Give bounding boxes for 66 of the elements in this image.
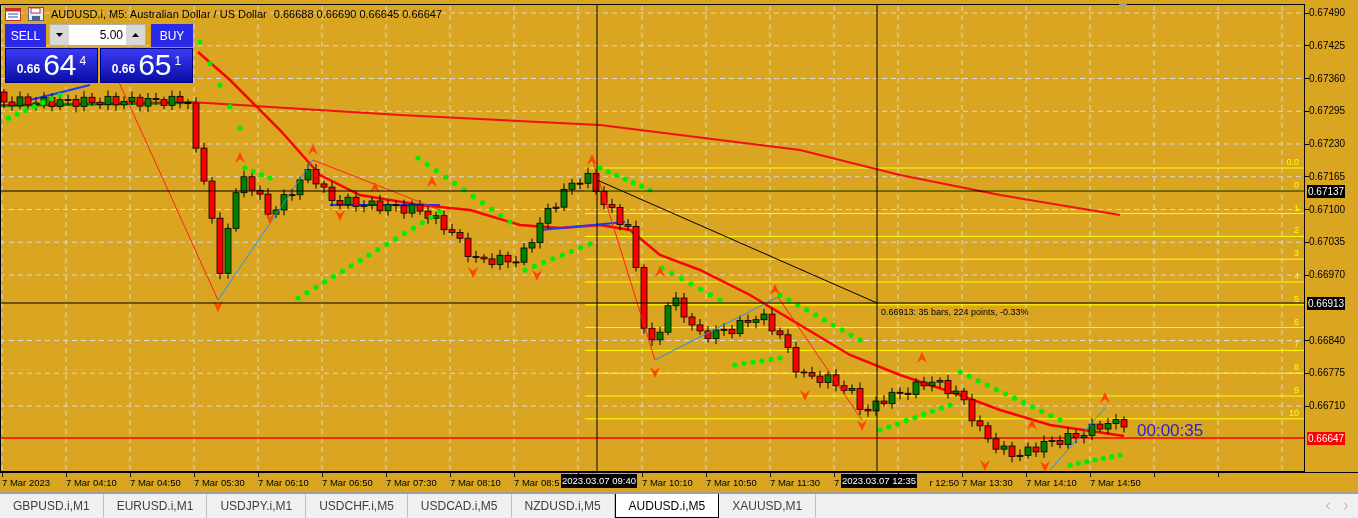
- ohlc-values: 0.66688 0.66690 0.66645 0.66647: [273, 7, 442, 22]
- quote-fraction: 4: [79, 53, 87, 70]
- chart-tab[interactable]: XAUUSD,M1: [719, 494, 817, 518]
- fibonacci-level-label: 10: [1289, 407, 1299, 418]
- buy-button[interactable]: BUY: [151, 24, 193, 48]
- price-axis-label: 0.67425: [1309, 38, 1346, 53]
- time-axis-label: 7 Mar 14:50: [1090, 476, 1141, 490]
- crosshair-time-label: 2023.03.07 12:35: [841, 474, 917, 488]
- time-axis-label: 7 Mar 04:10: [66, 476, 117, 490]
- fibonacci-level-label: 0: [1294, 179, 1299, 190]
- time-axis-label: 7 Mar 07:30: [386, 476, 437, 490]
- price-tag: 0.66913: [1307, 297, 1346, 310]
- time-axis-label: 7 Mar 08:10: [450, 476, 501, 490]
- measure-label: 0.66913: 35 bars, 224 points, -0.33%: [881, 306, 1029, 319]
- chart-title: AUDUSD.i, M5: Australian Dollar / US Dollar: [51, 7, 267, 22]
- price-axis-label: 0.67360: [1309, 71, 1346, 86]
- price-axis-label: 0.66775: [1309, 366, 1346, 381]
- chart-tab[interactable]: USDCAD.i,M5: [407, 494, 512, 518]
- countdown-timer: 00:00:35: [1137, 420, 1204, 442]
- price-axis-label: 0.66970: [1309, 268, 1346, 282]
- quote-pips: 64: [43, 49, 77, 81]
- fibonacci-level-label: 7: [1294, 339, 1299, 350]
- fibonacci-level-label: 0.0: [1286, 157, 1299, 167]
- fibonacci-level-label: 9: [1294, 385, 1299, 395]
- chart-tab[interactable]: GBPUSD.i,M1: [0, 494, 104, 518]
- price-axis-label: 0.67230: [1309, 137, 1346, 151]
- time-axis-label: 7 Mar 2023: [2, 476, 51, 490]
- price-tag: 0.67137: [1307, 185, 1346, 198]
- fibonacci-level-label: 1: [1294, 202, 1299, 213]
- time-axis-label: 7 Mar 04:50: [130, 476, 181, 490]
- chart-tab[interactable]: USDCHF.i,M5: [306, 494, 408, 518]
- price-axis-label: 0.67165: [1309, 169, 1346, 184]
- fibonacci-level-label: 2: [1294, 225, 1299, 236]
- time-axis-label: 7 Mar 14:10: [1026, 476, 1077, 490]
- time-axis-label: r 12:50: [928, 476, 959, 490]
- chart-tab[interactable]: NZDUSD.i,M5: [511, 494, 615, 518]
- crosshair-time-label: 2023.03.07 09:40: [561, 474, 637, 488]
- chart-tab[interactable]: AUDUSD.i,M5: [614, 494, 720, 518]
- price-axis-label: 0.67100: [1309, 202, 1346, 217]
- time-axis-label: 7 Mar 13:30: [962, 476, 1013, 490]
- time-axis-label: 7 Mar 10:10: [642, 476, 693, 490]
- fibonacci-level-label: 5: [1294, 293, 1299, 304]
- time-axis-label: 7 Mar 10:50: [706, 476, 757, 490]
- quote-pips: 65: [138, 49, 172, 81]
- price-axis-label: 0.67295: [1309, 104, 1346, 119]
- time-axis-label: 7 Mar 05:30: [194, 476, 245, 490]
- fibonacci-level-label: 3: [1294, 248, 1299, 259]
- price-axis-label: 0.66840: [1309, 333, 1346, 348]
- quote-prefix: 0.66: [16, 61, 41, 78]
- time-axis-label: 7: [834, 476, 840, 490]
- price-axis-label: 0.67490: [1309, 6, 1346, 20]
- fibonacci-level-label: 8: [1294, 362, 1299, 373]
- fibonacci-level-label: 6: [1294, 316, 1299, 327]
- price-axis-label: 0.67035: [1309, 235, 1346, 250]
- time-axis-label: 7 Mar 06:50: [322, 476, 373, 490]
- quote-fraction: 1: [174, 53, 182, 70]
- fibonacci-level-label: 4: [1294, 271, 1299, 281]
- time-axis-label: 7 Mar 11:30: [770, 476, 820, 490]
- sell-button[interactable]: SELL: [5, 24, 46, 48]
- time-axis-label: 7 Mar 08:5: [514, 476, 560, 490]
- price-tag: 0.66647: [1307, 432, 1346, 445]
- price-axis-label: 0.66710: [1309, 399, 1346, 413]
- chart-tab[interactable]: EURUSD.i,M1: [103, 494, 208, 518]
- chart-tab[interactable]: USDJPY.i,M1: [207, 494, 307, 518]
- time-axis-label: 7 Mar 06:10: [258, 476, 309, 490]
- quote-prefix: 0.66: [111, 61, 136, 78]
